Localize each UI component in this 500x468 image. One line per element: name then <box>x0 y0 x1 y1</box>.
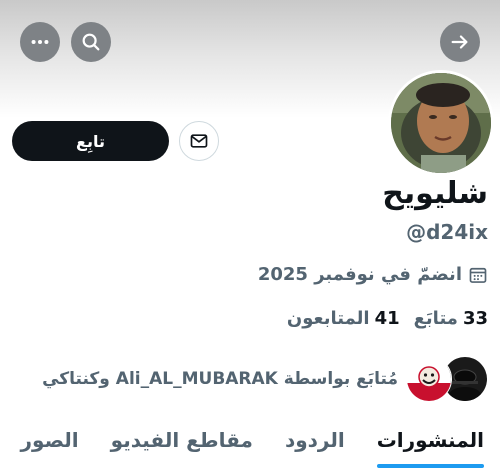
join-date: انضمّ في نوفمبر 2025 <box>258 264 488 285</box>
tab-posts[interactable]: المنشورات <box>361 410 500 468</box>
followers-count: 41 <box>374 308 400 329</box>
calendar-icon <box>469 267 487 283</box>
followed-by[interactable]: مُتابَع بواسطة Ali_AL_MUBARAK وكنتاكي <box>42 356 488 402</box>
search-icon <box>82 33 100 51</box>
display-name: شليويح <box>382 176 488 211</box>
tab-videos[interactable]: مقاطع الفيديو <box>95 410 269 468</box>
arrow-right-icon <box>451 35 468 49</box>
follower-avatar <box>406 356 452 402</box>
profile-tabs: المنشورات الردود مقاطع الفيديو الصور <box>0 410 500 468</box>
profile-stats: 33 متابَع 41 المتابعون <box>287 308 488 329</box>
envelope-icon <box>190 134 208 148</box>
join-date-text: انضمّ في نوفمبر 2025 <box>257 264 462 285</box>
user-handle: @d24ix <box>406 220 488 244</box>
avatar-photo <box>391 73 491 173</box>
avatar-photo <box>407 357 451 401</box>
following-link[interactable]: 33 متابَع <box>414 308 488 329</box>
message-button[interactable] <box>179 121 219 161</box>
follow-button-label: تابِع <box>76 131 105 151</box>
followed-by-avatars <box>406 356 488 402</box>
followers-label: المتابعون <box>286 308 370 329</box>
tab-photos[interactable]: الصور <box>5 410 95 468</box>
follow-button[interactable]: تابِع <box>12 121 169 161</box>
followed-by-text: مُتابَع بواسطة Ali_AL_MUBARAK وكنتاكي <box>42 369 398 389</box>
following-label: متابَع <box>413 308 458 329</box>
back-button[interactable] <box>440 22 480 62</box>
search-button[interactable] <box>71 22 111 62</box>
profile-avatar[interactable] <box>388 70 494 176</box>
tab-replies[interactable]: الردود <box>269 410 361 468</box>
following-count: 33 <box>462 308 488 329</box>
followers-link[interactable]: 41 المتابعون <box>287 308 400 329</box>
more-horizontal-icon <box>31 39 49 45</box>
more-button[interactable] <box>20 22 60 62</box>
